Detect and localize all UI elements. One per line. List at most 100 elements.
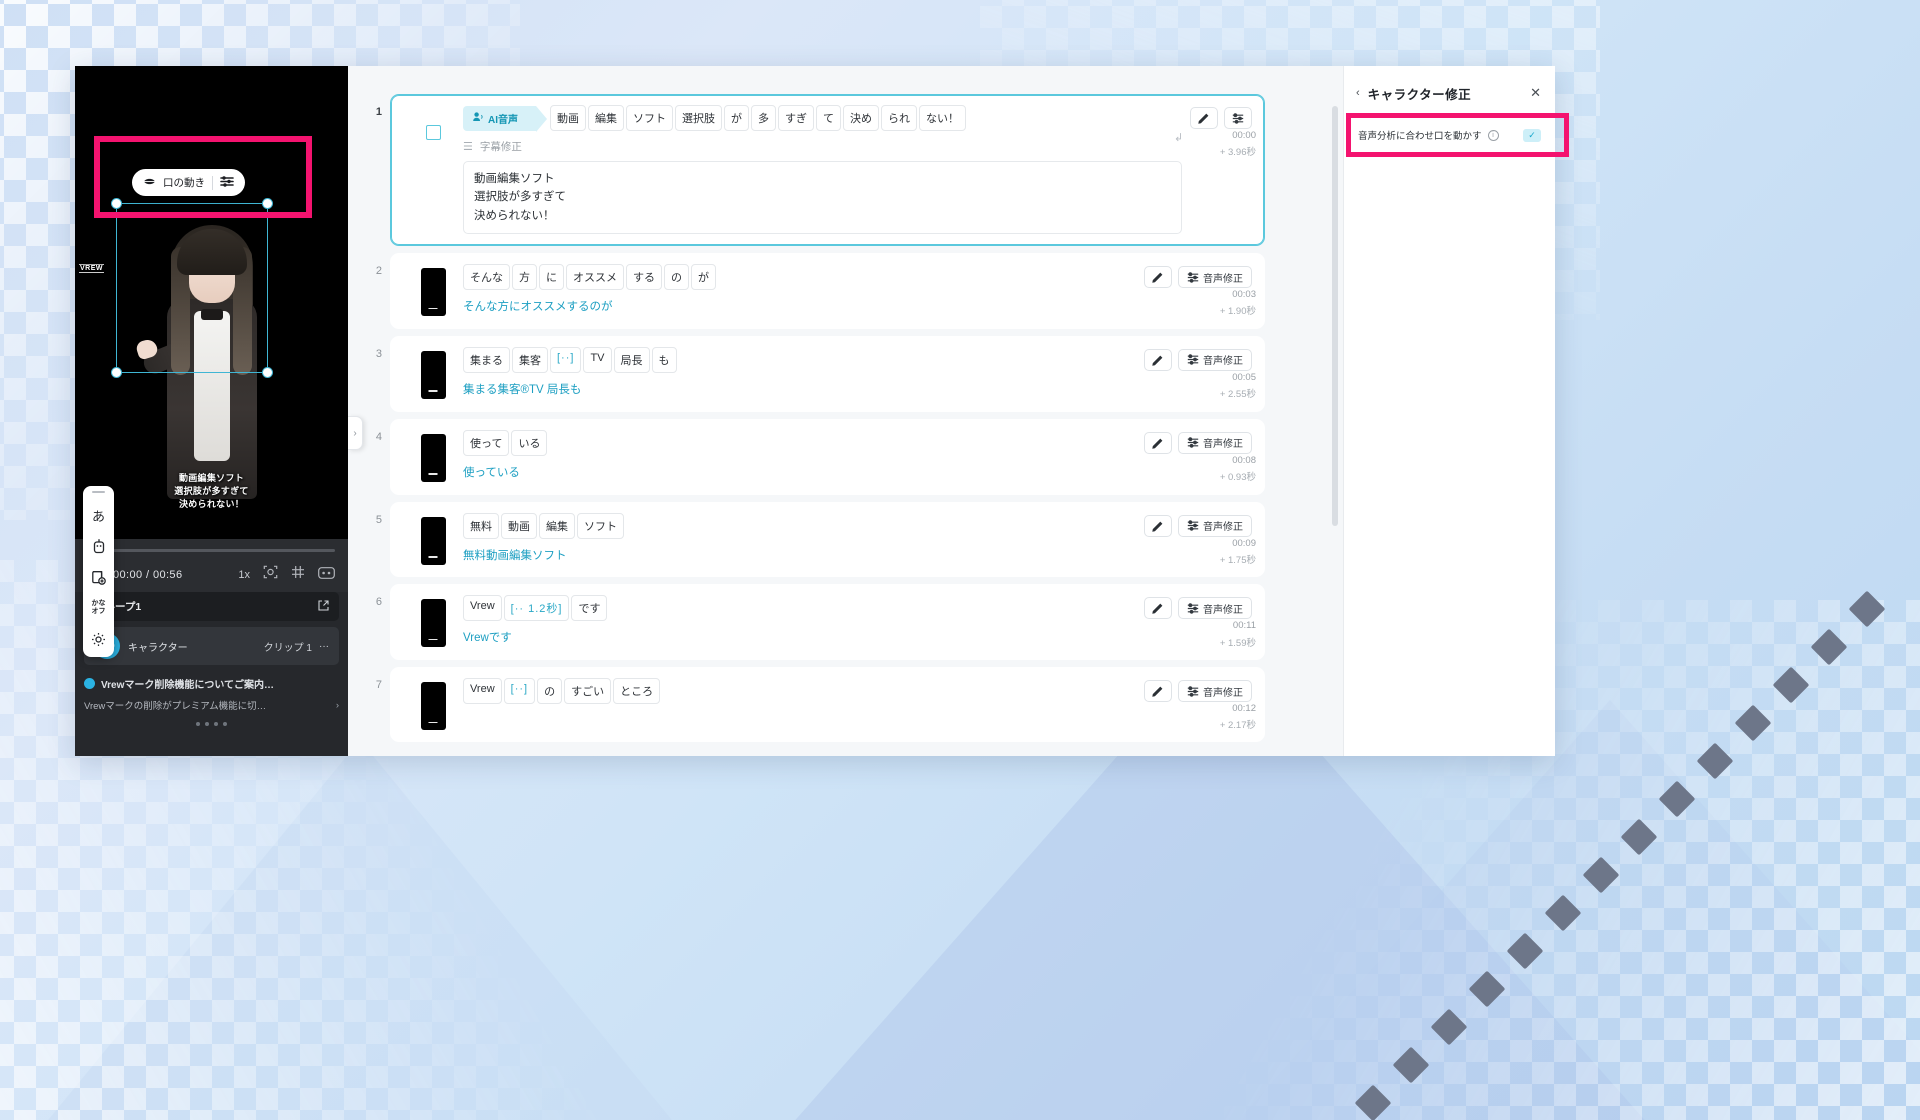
notice-block[interactable]: Vrewマーク削除機能についてご案内… Vrewマークの削除がプレミアム機能に切… xyxy=(84,676,339,726)
word-chip[interactable]: 編集 xyxy=(539,512,575,539)
rail-drag-handle[interactable] xyxy=(92,491,105,493)
clip-list-item[interactable]: キャラクター クリップ 1 ··· xyxy=(84,627,339,665)
scene-thumbnail[interactable] xyxy=(420,682,446,731)
scene-thumbnail[interactable] xyxy=(420,268,446,317)
word-chip[interactable]: 使って xyxy=(463,429,510,456)
word-chip[interactable]: Vrew xyxy=(463,595,502,622)
character-selection-box[interactable] xyxy=(111,198,273,378)
transcript-row-card[interactable]: AI音声 動画 編集 ソフト 選択肢が多すぎて決め られ ない！ ☰ 字幕修正 動画編集ソフト 選… xyxy=(390,94,1265,247)
transcript-row-card[interactable]: 集まる 集客 [··] TV 局長も集まる集客®TV 局長も 音声修正 00:05 + 2.5… xyxy=(390,335,1265,412)
resize-handle-bottom-right[interactable] xyxy=(262,367,273,378)
word-chip[interactable]: ところ xyxy=(613,678,661,705)
word-chip[interactable]: ソフト xyxy=(626,105,673,131)
word-chip[interactable]: も xyxy=(651,346,677,373)
playback-progress-track[interactable] xyxy=(88,545,335,556)
edit-pencil-button[interactable] xyxy=(1144,680,1172,703)
word-chip[interactable]: Vrew xyxy=(463,678,502,705)
subtitle-checkbox[interactable] xyxy=(425,125,441,140)
transcript-row[interactable]: 4 使って いる 使っている 音声修正 00:08 + 0.93秒 xyxy=(366,418,1265,495)
preview-collapse-tab[interactable]: › xyxy=(348,416,363,450)
word-chip[interactable]: が xyxy=(691,264,716,291)
word-chip[interactable]: 方 xyxy=(512,264,537,291)
word-chip[interactable]: する xyxy=(626,264,662,291)
transcript-row[interactable]: 7 Vrew [··] のすごい ところ 音声修正 00:12 + 2.17秒 xyxy=(366,667,1265,743)
word-chip[interactable]: られ xyxy=(881,105,917,131)
grid-icon[interactable] xyxy=(291,565,305,584)
edit-pencil-button[interactable] xyxy=(1144,348,1172,371)
word-chip[interactable]: 集まる xyxy=(463,346,510,373)
transcript-row-card[interactable]: 使って いる 使っている 音声修正 00:08 + 0.93秒 xyxy=(390,418,1265,495)
word-chip[interactable]: 多 xyxy=(751,105,776,131)
transcript-row-card[interactable]: Vrew [··] のすごい ところ 音声修正 00:12 + 2.17秒 xyxy=(390,667,1265,743)
edit-pencil-button[interactable] xyxy=(1144,597,1172,620)
word-chip[interactable]: すごい xyxy=(564,678,612,705)
subtitle-text[interactable]: 動画編集ソフト 選択肢が多すぎて 決められない！ xyxy=(463,161,1182,235)
word-chip[interactable]: オススメ xyxy=(566,264,624,291)
word-chip[interactable]: そんな xyxy=(463,264,510,291)
edit-pencil-button[interactable] xyxy=(1144,266,1172,289)
edit-pencil-button[interactable] xyxy=(1144,514,1172,537)
sliders-icon[interactable] xyxy=(220,175,234,190)
word-chip[interactable]: 選択肢 xyxy=(675,105,722,131)
transcript-row[interactable]: 5 無料 動画 編集 ソフト 無料動画編集ソフト 音声修正 00:09 + 1.75秒 xyxy=(366,501,1265,578)
add-clip-tool-icon[interactable] xyxy=(87,566,111,588)
character-tool-icon[interactable] xyxy=(87,535,111,557)
subtitle-icon[interactable] xyxy=(318,566,335,584)
kana-off-tool-icon[interactable]: かな オフ xyxy=(87,597,111,619)
word-chip[interactable]: の xyxy=(664,264,689,291)
chevron-left-icon[interactable]: ‹ xyxy=(1356,87,1360,99)
resize-handle-top-right[interactable] xyxy=(262,198,273,209)
edit-pencil-button[interactable] xyxy=(1144,431,1172,454)
word-chip[interactable]: です xyxy=(571,595,608,622)
subtitle-text[interactable]: 無料動画編集ソフト xyxy=(463,548,1136,566)
notice-pagination-dots[interactable] xyxy=(84,722,339,726)
playback-speed-label[interactable]: 1x xyxy=(238,569,250,581)
external-link-icon[interactable] xyxy=(318,599,329,614)
word-chip[interactable]: 決め xyxy=(843,105,879,131)
ai-voice-tag[interactable]: AI音声 xyxy=(463,105,547,132)
resize-handle-top-left[interactable] xyxy=(111,198,122,209)
close-icon[interactable]: ✕ xyxy=(1530,85,1541,101)
word-chip[interactable]: いる xyxy=(511,429,548,456)
word-chip[interactable]: 動画 xyxy=(550,105,586,131)
word-chip[interactable]: 動画 xyxy=(501,512,537,539)
word-chip[interactable]: の xyxy=(537,678,563,705)
transcript-row[interactable]: 6 Vrew [·· 1.2秒] です Vrewです 音声修正 00:11 + 1.59秒 xyxy=(366,584,1265,661)
transcript-row-card[interactable]: そんな方にオススメ するのがそんな方にオススメするのが 音声修正 00:03 + 1.9… xyxy=(390,253,1265,329)
editor-scrollbar[interactable] xyxy=(1332,106,1338,526)
notice-subtitle-row[interactable]: Vrewマークの削除がプレミアム機能に切… › xyxy=(84,698,339,713)
capture-icon[interactable] xyxy=(263,565,278,584)
lipsync-setting-row[interactable]: 音声分析に合わせ口を動かす i ✓ xyxy=(1354,122,1545,148)
clip-group-header[interactable]: グループ1 xyxy=(84,592,339,621)
video-preview-stage[interactable]: VREW 口の動き 動画編集ソフト 選択肢が多すぎて 決められない！ xyxy=(75,66,348,539)
word-chip[interactable]: ない！ xyxy=(919,105,966,131)
scene-thumbnail[interactable] xyxy=(420,350,446,399)
mouth-movement-toolbar[interactable]: 口の動き xyxy=(132,169,245,196)
pause-chip[interactable]: [··] xyxy=(550,346,582,373)
transcript-row[interactable]: 2 そんな方にオススメ するのがそんな方にオススメするのが 音声修正 00:03 + 1.… xyxy=(366,253,1265,329)
word-chip[interactable]: て xyxy=(816,105,841,131)
transcript-row[interactable]: 3 集まる 集客 [··] TV 局長も集まる集客®TV 局長も 音声修正 00:05 + 2.… xyxy=(366,335,1265,412)
pause-chip[interactable]: [··] xyxy=(503,678,536,705)
info-icon[interactable]: i xyxy=(1487,129,1499,141)
scene-thumbnail[interactable] xyxy=(420,433,446,482)
subtitle-text[interactable]: Vrewです xyxy=(463,630,1136,648)
transcript-row[interactable]: 1 AI音声 動画 編集 ソフト 選択肢が多すぎて決め られ ない！ ☰ 字幕修正 動画編集ソフト … xyxy=(366,94,1265,247)
resize-handle-bottom-left[interactable] xyxy=(111,367,122,378)
word-chip[interactable]: が xyxy=(724,105,749,131)
scene-thumbnail[interactable] xyxy=(420,599,446,648)
word-chip[interactable]: 集客 xyxy=(512,346,548,373)
subtitle-text[interactable]: 使っている xyxy=(463,465,1136,483)
word-chip[interactable]: すぎ xyxy=(778,105,814,131)
word-chip[interactable]: TV xyxy=(583,346,612,373)
word-chip[interactable]: ソフト xyxy=(577,512,624,539)
subtitle-text[interactable]: 集まる集客®TV 局長も xyxy=(463,382,1136,400)
lipsync-checkbox[interactable]: ✓ xyxy=(1523,128,1541,142)
word-chip[interactable]: 無料 xyxy=(463,512,499,539)
chevron-right-icon[interactable]: › xyxy=(336,700,339,711)
scene-thumbnail[interactable] xyxy=(420,516,446,565)
word-chip[interactable]: 編集 xyxy=(588,105,624,131)
word-chip[interactable]: に xyxy=(539,264,564,291)
pause-chip[interactable]: [·· 1.2秒] xyxy=(503,595,570,622)
transcript-row-card[interactable]: Vrew [·· 1.2秒] です Vrewです 音声修正 00:11 + 1.59秒 xyxy=(390,584,1265,661)
